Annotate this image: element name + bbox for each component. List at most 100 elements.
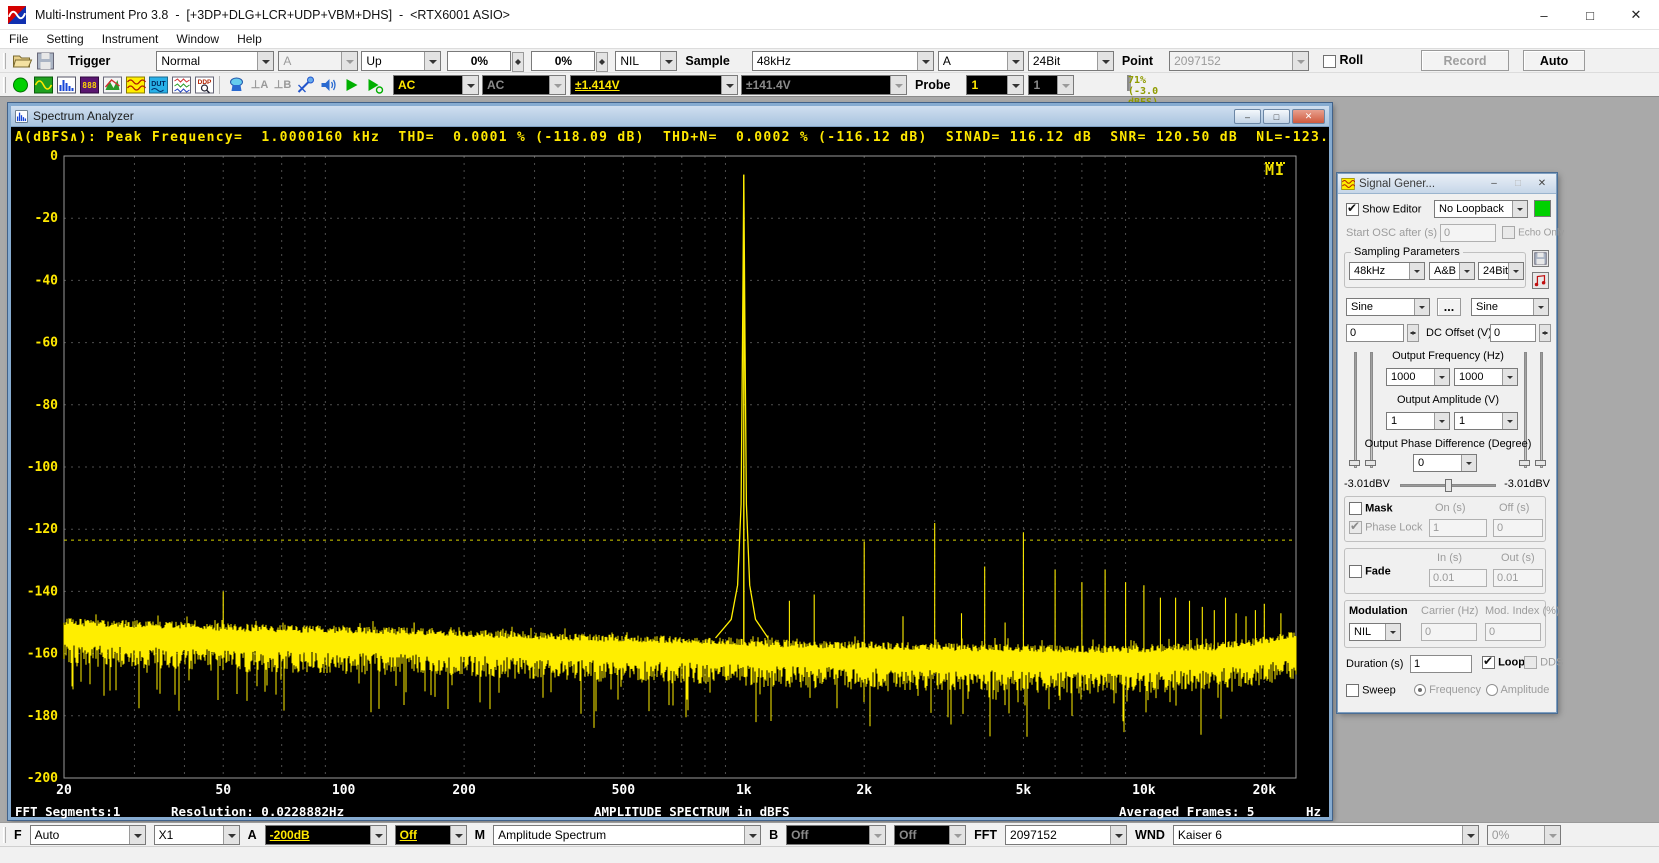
loop-checkbox[interactable]	[1482, 656, 1495, 669]
sound-device-icon[interactable]	[226, 75, 247, 95]
spinner-arrows-icon[interactable]	[1539, 324, 1551, 342]
fade-in-input[interactable]: 0.01	[1429, 569, 1487, 587]
mask-checkbox[interactable]	[1349, 502, 1362, 515]
menu-instrument[interactable]: Instrument	[93, 32, 168, 46]
signal-generator-icon[interactable]	[125, 75, 146, 95]
sweep-checkbox[interactable]	[1346, 684, 1359, 697]
carrier-input[interactable]: 0	[1421, 623, 1477, 641]
trigger-level-spinner[interactable]: 0%	[447, 51, 511, 71]
output-level-slider-handle[interactable]	[1349, 460, 1360, 466]
minimize-button[interactable]: –	[1483, 177, 1505, 191]
generator-channels-select[interactable]: A&B	[1429, 262, 1475, 280]
spectrum-window-titlebar[interactable]: Spectrum Analyzer – □ ✕	[11, 106, 1329, 127]
waveform-more-button[interactable]: ...	[1437, 298, 1461, 316]
frequency-axis-select[interactable]: Auto	[30, 825, 146, 845]
dds-checkbox[interactable]	[1524, 656, 1537, 669]
menu-help[interactable]: Help	[228, 32, 271, 46]
close-button[interactable]: ✕	[1531, 177, 1553, 191]
balance-slider-handle[interactable]	[1445, 479, 1452, 492]
maximize-button[interactable]: □	[1263, 109, 1290, 124]
save-signal-icon[interactable]	[1532, 250, 1549, 267]
toolbar-grip[interactable]	[3, 53, 6, 69]
phase-select[interactable]: 0	[1413, 454, 1477, 472]
close-button[interactable]: ✕	[1292, 109, 1325, 124]
ddp-viewer-icon[interactable]: DDP	[194, 75, 215, 95]
maximize-button[interactable]: □	[1567, 0, 1613, 30]
waveform-a-select[interactable]: Sine	[1346, 298, 1430, 316]
show-editor-checkbox[interactable]	[1346, 203, 1359, 216]
spinner-arrows-icon[interactable]	[512, 52, 524, 72]
waveform-b-select[interactable]: Sine	[1471, 298, 1549, 316]
output-level-slider-track-b1[interactable]	[1524, 352, 1527, 468]
output-level-slider-handle[interactable]	[1519, 460, 1530, 466]
minimize-button[interactable]: –	[1234, 109, 1261, 124]
trigger-delay-spinner[interactable]: 0%	[531, 51, 595, 71]
reference-b-icon[interactable]: ⊥B	[272, 75, 293, 95]
fft-size-select[interactable]: 2097152	[1005, 825, 1127, 845]
derived-data-point-icon[interactable]	[171, 75, 192, 95]
generator-sample-rate-select[interactable]: 48kHz	[1349, 262, 1425, 280]
play-icon[interactable]	[341, 75, 362, 95]
a-range-select[interactable]: -200dB	[265, 825, 387, 845]
music-notes-icon[interactable]	[1532, 272, 1549, 289]
frequency-b-select[interactable]: 1000	[1454, 368, 1518, 386]
generator-bits-select[interactable]: 24Bit	[1478, 262, 1524, 280]
window-function-select[interactable]: Kaiser 6	[1173, 825, 1479, 845]
mask-off-input[interactable]: 0	[1493, 519, 1543, 537]
sample-channel-select[interactable]: A	[938, 51, 1024, 71]
amplitude-b-select[interactable]: 1	[1454, 412, 1518, 430]
duration-input[interactable]: 1	[1410, 655, 1472, 673]
trigger-source-select[interactable]: A	[278, 51, 358, 71]
auto-button[interactable]: Auto	[1523, 50, 1585, 71]
modulation-type-select[interactable]: NIL	[1349, 623, 1401, 641]
b-shift-select[interactable]: Off	[894, 825, 966, 845]
close-button[interactable]: ✕	[1613, 0, 1659, 30]
output-level-slider-handle[interactable]	[1365, 460, 1376, 466]
fade-out-input[interactable]: 0.01	[1493, 569, 1543, 587]
frequency-a-select[interactable]: 1000	[1386, 368, 1450, 386]
toolbar-grip[interactable]	[3, 827, 6, 843]
toolbar-grip[interactable]	[3, 77, 6, 93]
spectrum-plot[interactable]: 0-20-40-60-80-100-120-140-160-180-200205…	[11, 148, 1329, 800]
spectrum-mode-select[interactable]: Amplitude Spectrum	[493, 825, 761, 845]
multimeter-icon[interactable]: 888	[79, 75, 100, 95]
output-level-slider-track-b2[interactable]	[1540, 352, 1543, 468]
coupling-a-select[interactable]: AC	[393, 75, 479, 95]
amplitude-a-select[interactable]: 1	[1386, 412, 1450, 430]
echo-only-checkbox[interactable]	[1502, 226, 1515, 239]
overlap-select[interactable]: 0%	[1487, 825, 1561, 845]
start-osc-input[interactable]: 0	[1440, 224, 1496, 242]
spectrum-3d-plot-icon[interactable]	[102, 75, 123, 95]
trigger-mode-select[interactable]: Normal	[156, 51, 274, 71]
dc-offset-a-input[interactable]: 0	[1346, 324, 1404, 342]
play-green-icon[interactable]	[364, 75, 385, 95]
mask-on-input[interactable]: 1	[1429, 519, 1487, 537]
phase-lock-checkbox[interactable]	[1349, 521, 1362, 534]
point-count-select[interactable]: 2097152	[1169, 51, 1309, 71]
generator-run-indicator[interactable]	[1534, 200, 1551, 217]
fade-checkbox[interactable]	[1349, 565, 1362, 578]
probe-calibration-icon[interactable]	[295, 75, 316, 95]
oscilloscope-icon[interactable]	[33, 75, 54, 95]
loopback-select[interactable]: No Loopback	[1434, 200, 1528, 218]
trigger-hpf-select[interactable]: NIL	[615, 51, 677, 71]
save-icon[interactable]	[35, 51, 56, 71]
probe-a-select[interactable]: 1	[966, 75, 1024, 95]
roll-checkbox[interactable]	[1323, 55, 1336, 68]
sound-output-icon[interactable]	[318, 75, 339, 95]
sweep-amplitude-radio[interactable]	[1486, 684, 1498, 696]
device-test-plan-icon[interactable]: DUT	[148, 75, 169, 95]
balance-slider-track[interactable]	[1400, 484, 1496, 487]
spectrum-analyzer-icon[interactable]	[56, 75, 77, 95]
a-shift-select[interactable]: Off	[395, 825, 467, 845]
output-level-slider-track-a1[interactable]	[1354, 352, 1357, 468]
open-file-icon[interactable]	[12, 51, 33, 71]
signal-generator-titlebar[interactable]: Signal Gener... – □ ✕	[1338, 174, 1556, 194]
menu-window[interactable]: Window	[167, 32, 228, 46]
dc-offset-b-input[interactable]: 0	[1490, 324, 1536, 342]
menu-file[interactable]: File	[0, 32, 37, 46]
spinner-arrows-icon[interactable]	[1407, 324, 1419, 342]
minimize-button[interactable]: –	[1521, 0, 1567, 30]
record-button[interactable]: Record	[1421, 50, 1509, 71]
zoom-select[interactable]: X1	[154, 825, 240, 845]
